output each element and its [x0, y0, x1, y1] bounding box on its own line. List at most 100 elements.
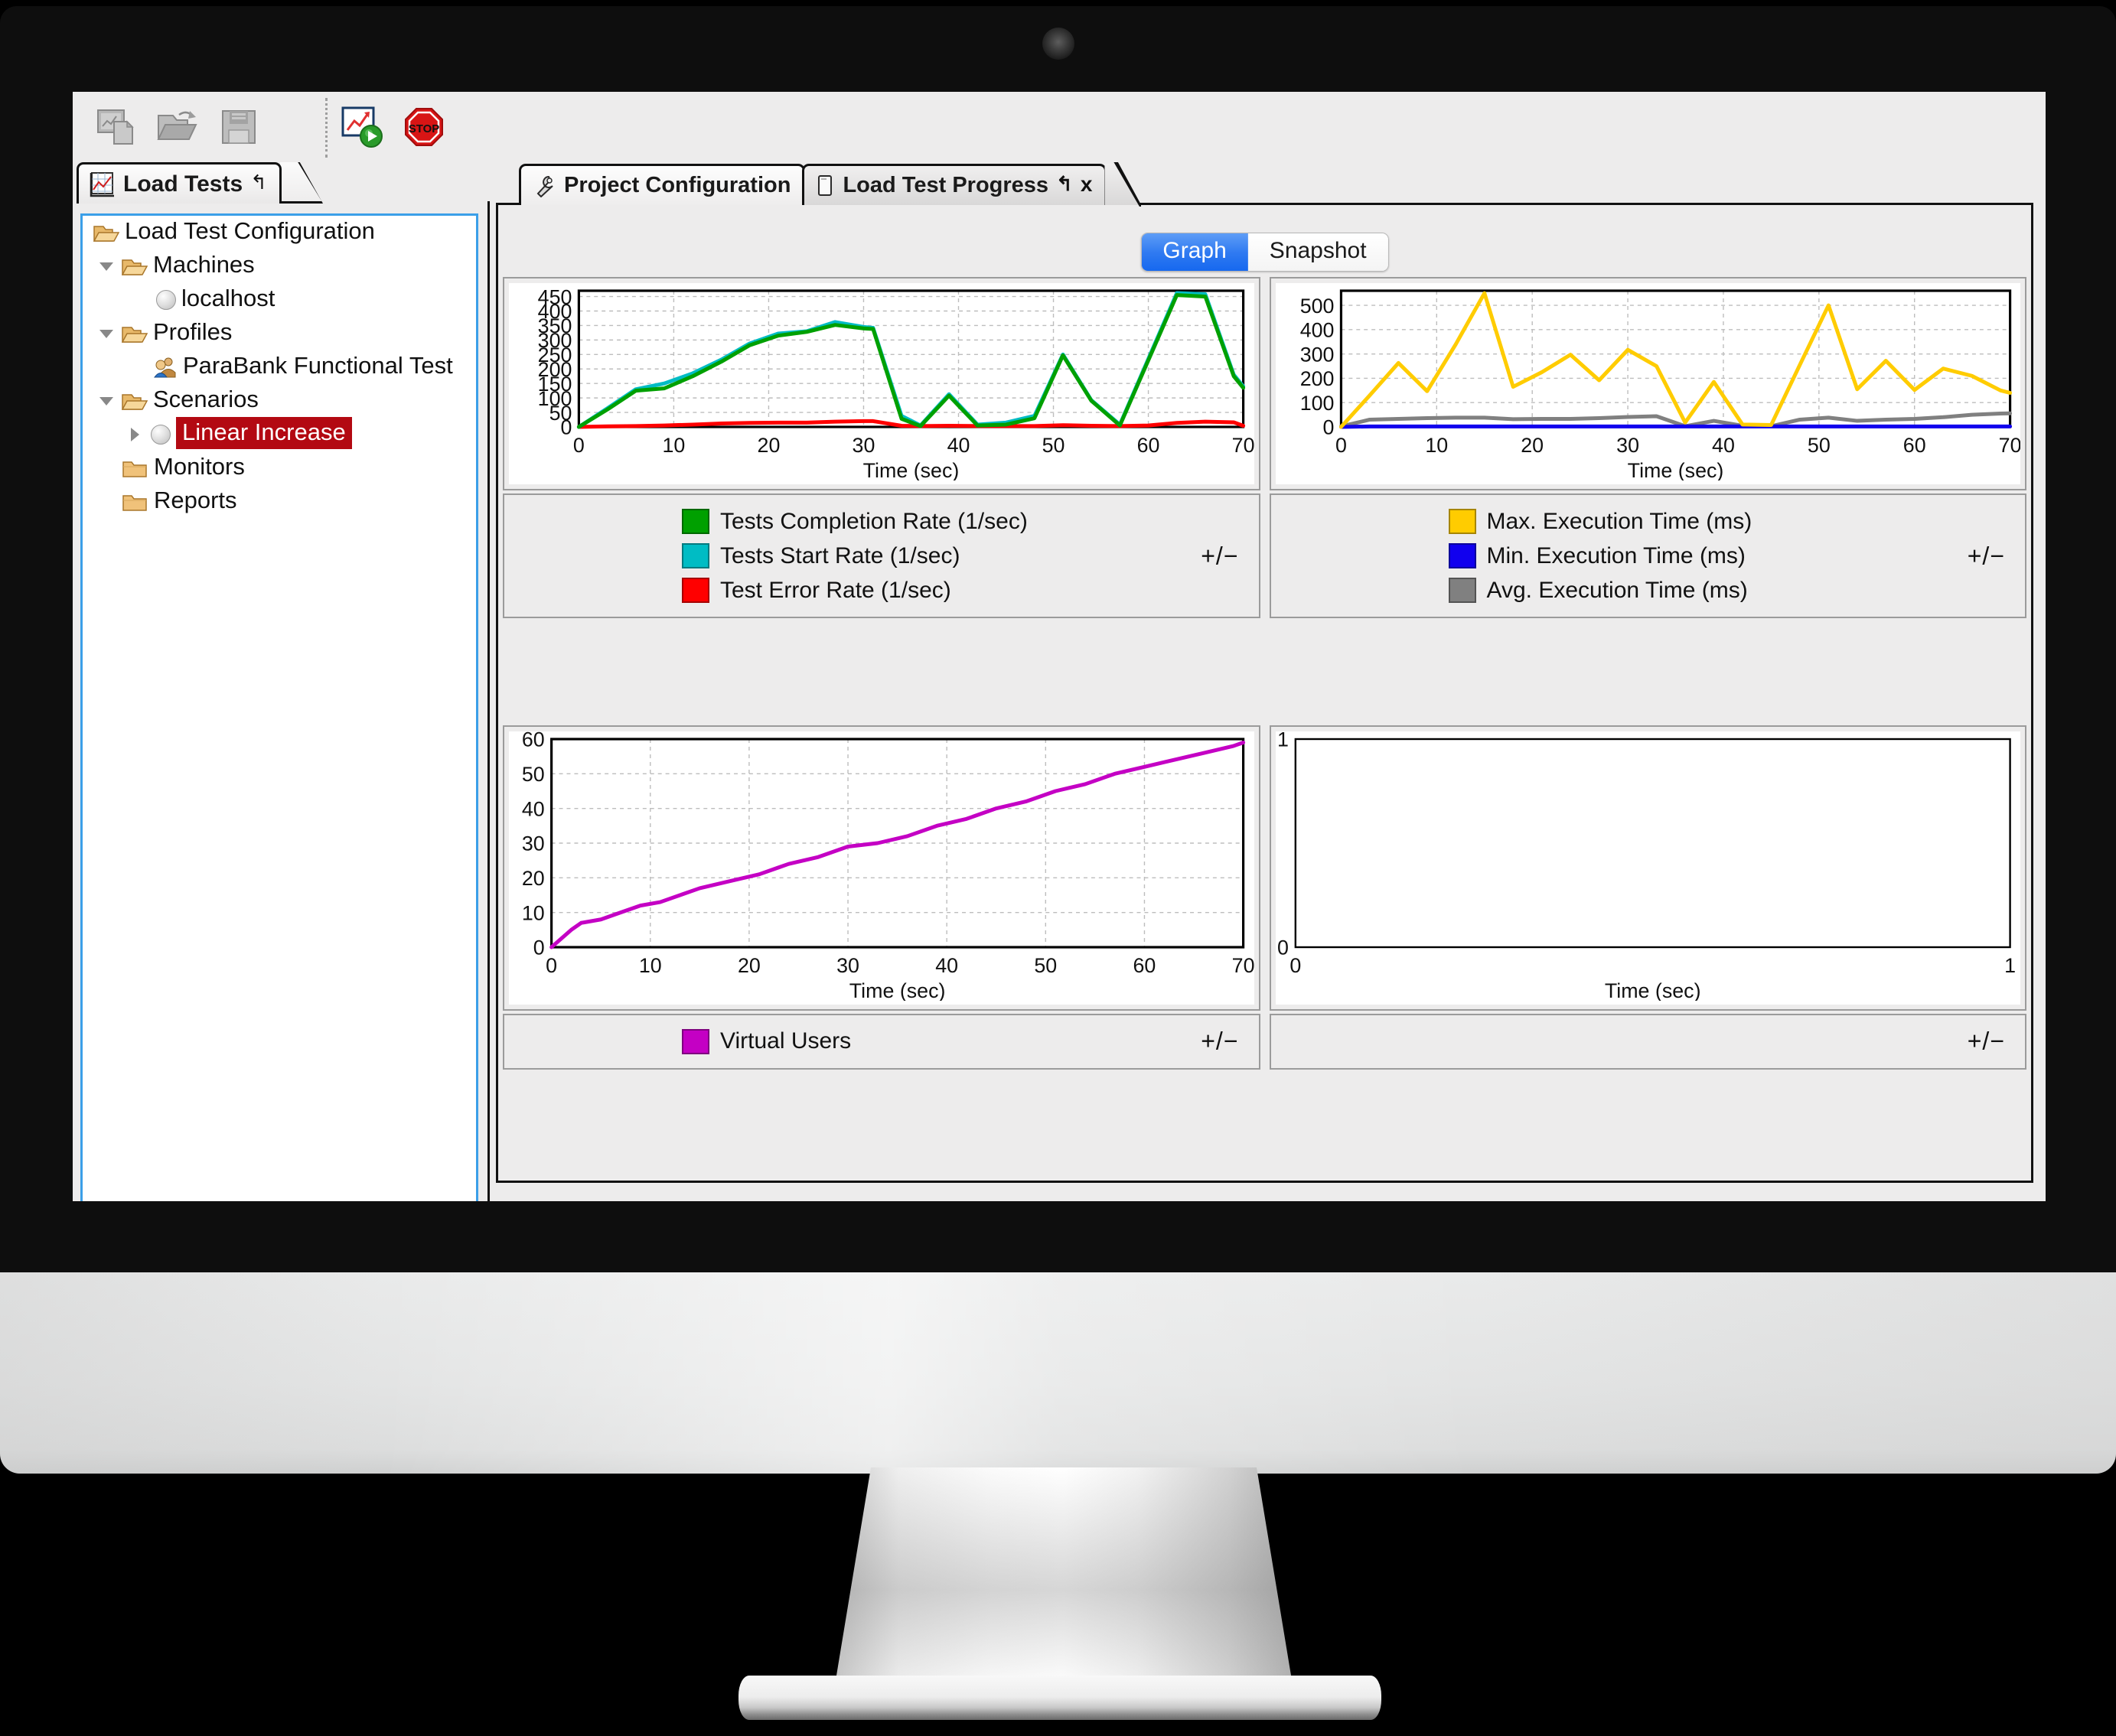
- svg-text:40: 40: [935, 953, 958, 976]
- legend-item[interactable]: Max. Execution Time (ms): [1448, 504, 2026, 539]
- tab-project-configuration[interactable]: Project Configuration: [519, 164, 806, 205]
- tab-load-test-progress[interactable]: Load Test Progress ↰ x: [802, 164, 1107, 205]
- tree-item-linear-increase[interactable]: Linear Increase: [83, 417, 476, 451]
- pin-icon[interactable]: ↰: [250, 171, 267, 194]
- chart-execution-time-plot[interactable]: 0 100 200 300 400 500 0 10 20 30 40 50 60 70 Time (sec…: [1275, 283, 2021, 484]
- svg-text:30: 30: [522, 832, 545, 855]
- chevron-down-icon[interactable]: [96, 324, 116, 344]
- chevron-down-icon[interactable]: [96, 256, 116, 276]
- legend-item[interactable]: Min. Execution Time (ms): [1448, 539, 2026, 573]
- tree-item-profiles[interactable]: Profiles: [83, 317, 476, 350]
- tree-item-label: Scenarios: [153, 386, 259, 412]
- tree-item-monitors[interactable]: Monitors: [83, 451, 476, 485]
- grey-ball-icon: [156, 290, 176, 310]
- chart-virtual-users-plot[interactable]: 0 10 20 30 40 50 60 0 10 20 30 40 50 60 70 Time (sec): [509, 728, 1255, 1005]
- new-load-test-button[interactable]: [93, 104, 140, 150]
- view-toggle-snapshot[interactable]: Snapshot: [1247, 233, 1388, 271]
- svg-text:70: 70: [1998, 434, 2020, 457]
- chart-empty-legend: +/−: [1269, 1013, 2026, 1070]
- closed-folder-icon: [122, 458, 148, 479]
- close-icon[interactable]: x: [1081, 172, 1093, 197]
- page-icon: [818, 174, 833, 196]
- legend-item[interactable]: Avg. Execution Time (ms): [1448, 573, 2026, 607]
- svg-text:400: 400: [1299, 318, 1334, 341]
- legend-item[interactable]: Test Error Rate (1/sec): [682, 573, 1259, 607]
- svg-text:70: 70: [1232, 953, 1254, 976]
- svg-text:0: 0: [533, 936, 545, 959]
- tree-item-reports[interactable]: Reports: [83, 485, 476, 519]
- legend-item[interactable]: Virtual Users: [682, 1024, 1259, 1059]
- open-load-test-button[interactable]: [154, 104, 201, 150]
- tree-item-label: Monitors: [154, 453, 245, 480]
- tree-item-parabank-functional-test[interactable]: ParaBank Functional Test: [83, 350, 476, 384]
- svg-text:50: 50: [522, 762, 545, 785]
- open-folder-icon: [93, 223, 119, 243]
- svg-text:Time (sec): Time (sec): [1627, 459, 1723, 480]
- legend-expand-toggle[interactable]: +/−: [1201, 1028, 1238, 1056]
- load-test-progress-panel: Graph Snapshot 0 50 100 150 200 250 300 350 400 4…: [496, 203, 2033, 1183]
- svg-text:40: 40: [1712, 434, 1735, 457]
- stop-load-test-button[interactable]: STOP: [400, 104, 448, 150]
- legend-expand-toggle[interactable]: +/−: [1968, 542, 2005, 570]
- tree-item-label: Linear Increase: [176, 417, 352, 449]
- legend-item[interactable]: Tests Start Rate (1/sec): [682, 539, 1259, 573]
- chevron-right-icon[interactable]: [126, 425, 145, 445]
- chart-tests-rate-legend: Tests Completion Rate (1/sec) Tests Star…: [503, 493, 1260, 618]
- svg-text:Time (sec): Time (sec): [1604, 979, 1700, 1000]
- svg-text:50: 50: [1807, 434, 1830, 457]
- tree-item-localhost[interactable]: localhost: [83, 283, 476, 317]
- closed-folder-icon: [122, 492, 148, 513]
- chart-empty-plot[interactable]: 0 1 0 1 Time (sec): [1275, 728, 2020, 1005]
- save-load-test-button[interactable]: [215, 104, 262, 150]
- monitor-stand-base: [738, 1676, 1381, 1720]
- load-test-application: STOP Load Tests ↰ Load Test Configuratio…: [73, 92, 2046, 1201]
- legend-expand-toggle[interactable]: +/−: [1201, 542, 1238, 570]
- tree-root-load-test-configuration[interactable]: Load Test Configuration: [83, 216, 476, 249]
- pin-icon[interactable]: ↰: [1056, 172, 1073, 196]
- svg-text:300: 300: [1299, 343, 1334, 366]
- run-load-test-button[interactable]: [339, 104, 386, 150]
- grey-ball-icon: [151, 425, 171, 445]
- tab-load-tests-label: Load Tests: [123, 171, 243, 197]
- chart-grid-icon: [90, 171, 114, 197]
- new-chart-document-icon: [97, 109, 134, 145]
- tree-item-scenarios[interactable]: Scenarios: [83, 384, 476, 418]
- tab-load-tests[interactable]: Load Tests ↰: [77, 162, 282, 204]
- svg-text:20: 20: [738, 953, 761, 976]
- view-toggle: Graph Snapshot: [1140, 233, 1389, 272]
- legend-label: Tests Start Rate (1/sec): [720, 542, 960, 568]
- tree-root-label: Load Test Configuration: [125, 217, 375, 244]
- tree-item-label: Reports: [154, 487, 237, 513]
- tree-item-label: Profiles: [153, 318, 233, 345]
- svg-text:100: 100: [1299, 392, 1334, 415]
- legend-label: Virtual Users: [720, 1028, 852, 1054]
- chart-tests-rate-plot[interactable]: 0 50 100 150 200 250 300 350 400 450 0 10 20 30 40 50 60…: [509, 283, 1255, 484]
- view-toggle-graph[interactable]: Graph: [1141, 233, 1248, 271]
- svg-text:450: 450: [538, 285, 572, 308]
- open-folder-icon: [122, 256, 148, 277]
- svg-text:0: 0: [573, 434, 585, 457]
- monitor-chin: [0, 1272, 2116, 1474]
- tab-notch: [1104, 164, 1140, 205]
- chevron-down-icon[interactable]: [96, 391, 116, 411]
- tree-item-label: Machines: [153, 251, 255, 278]
- svg-text:30: 30: [836, 953, 859, 976]
- tab-load-test-progress-label: Load Test Progress: [843, 173, 1049, 197]
- svg-text:1: 1: [2004, 953, 2016, 976]
- legend-item: [1449, 1024, 2026, 1059]
- users-profile-icon: [153, 356, 178, 379]
- chart-execution-time-legend: Max. Execution Time (ms) Min. Execution …: [1269, 493, 2026, 618]
- chart-virtual-users-plot-shell: 0 10 20 30 40 50 60 0 10 20 30 40 50 60 70 Time (sec): [503, 725, 1260, 1011]
- svg-text:20: 20: [1521, 434, 1544, 457]
- svg-text:0: 0: [546, 953, 557, 976]
- svg-text:1: 1: [1276, 731, 1288, 751]
- legend-swatch-min-execution-time: [1448, 543, 1476, 568]
- svg-text:40: 40: [522, 797, 545, 820]
- legend-item[interactable]: Tests Completion Rate (1/sec): [682, 504, 1259, 539]
- load-tests-tree[interactable]: Load Test Configuration Machines localho…: [80, 213, 478, 1201]
- tree-item-machines[interactable]: Machines: [83, 249, 476, 283]
- floppy-save-icon: [222, 110, 256, 144]
- main-content-area: Project Configuration Load Test Progress…: [490, 92, 2046, 1201]
- svg-text:50: 50: [1042, 434, 1065, 457]
- legend-expand-toggle[interactable]: +/−: [1968, 1028, 2005, 1056]
